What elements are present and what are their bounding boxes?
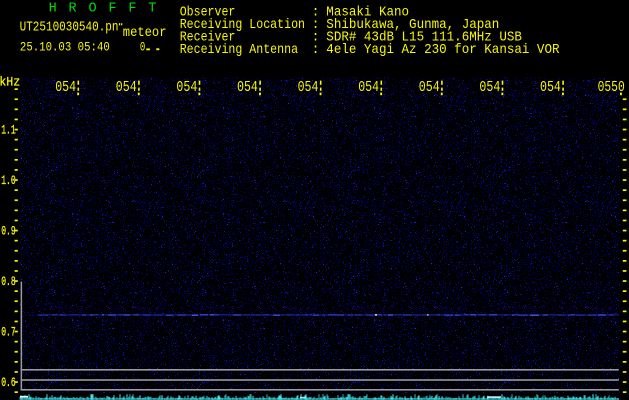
- svg-text:054: 054: [358, 79, 379, 96]
- svg-text:4ele Yagi Az 230 for Kansai VO: 4ele Yagi Az 230 for Kansai VOR: [326, 42, 559, 58]
- svg-text:UT2510030540.pn: UT2510030540.pn: [20, 20, 119, 35]
- svg-text:0: 0: [140, 41, 145, 55]
- svg-text:0.6: 0.6: [1, 376, 15, 390]
- svg-text:0.7: 0.7: [1, 326, 15, 340]
- svg-text:0.9: 0.9: [1, 225, 15, 239]
- svg-text:054: 054: [479, 79, 500, 96]
- svg-text:kHz: kHz: [0, 75, 20, 90]
- svg-text:054: 054: [237, 79, 258, 96]
- svg-text:0.8: 0.8: [1, 275, 15, 289]
- svg-text::: :: [312, 43, 320, 58]
- svg-text:054: 054: [176, 79, 197, 96]
- svg-text:054: 054: [419, 79, 440, 96]
- svg-text:meteor: meteor: [123, 25, 167, 41]
- svg-text:25.10.03 05:40: 25.10.03 05:40: [20, 41, 110, 55]
- svg-text:054: 054: [55, 79, 76, 96]
- svg-text:054: 054: [116, 79, 137, 96]
- svg-text:054: 054: [540, 79, 561, 96]
- svg-text:Receiving Antenna: Receiving Antenna: [180, 42, 299, 57]
- svg-text:T: T: [148, 2, 156, 17]
- svg-text:O: O: [88, 2, 96, 17]
- svg-text:054: 054: [298, 79, 319, 96]
- svg-text:0550: 0550: [598, 79, 625, 96]
- svg-text:F: F: [128, 2, 136, 17]
- svg-text:H: H: [49, 2, 57, 17]
- svg-text:1.1: 1.1: [1, 124, 15, 138]
- svg-text:F: F: [108, 2, 116, 17]
- svg-text:R: R: [69, 2, 77, 17]
- svg-text:1.0: 1.0: [1, 174, 15, 188]
